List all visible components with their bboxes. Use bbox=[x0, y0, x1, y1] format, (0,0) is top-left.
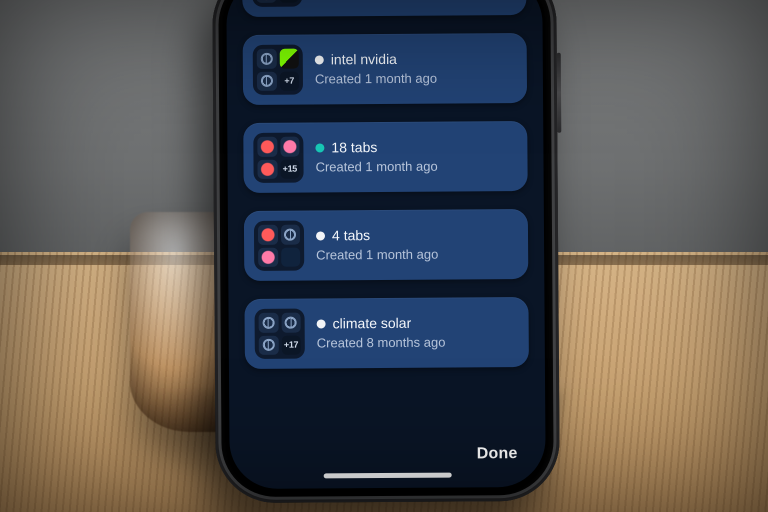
tab-group-title-row: climate solar bbox=[317, 315, 446, 333]
side-button bbox=[557, 53, 562, 133]
tab-group-title-row: 4 tabs bbox=[316, 227, 438, 245]
tab-group-meta: climate solar Created 8 months ago bbox=[317, 315, 446, 351]
tab-group-thumbnail bbox=[254, 221, 304, 271]
tab-group-meta: 18 tabs Created 1 month ago bbox=[315, 139, 437, 175]
tab-group-subtitle: Created 8 months ago bbox=[317, 335, 446, 351]
favicon-icon bbox=[281, 247, 301, 267]
tab-group-title-row: 18 tabs bbox=[315, 139, 437, 157]
tab-group-title: climate solar bbox=[333, 315, 412, 332]
tab-groups-list: +17Created 29 days ago +7 intel nvidia Crea… bbox=[242, 0, 529, 369]
home-indicator[interactable] bbox=[324, 473, 452, 479]
tab-group-card[interactable]: +17Created 29 days ago bbox=[242, 0, 526, 17]
color-dot-icon bbox=[315, 56, 324, 65]
tab-group-thumbnail: +7 bbox=[253, 45, 303, 95]
iphone-device: +17Created 29 days ago +7 intel nvidia Crea… bbox=[212, 0, 560, 503]
color-dot-icon bbox=[316, 232, 325, 241]
favicon-icon bbox=[258, 225, 278, 245]
globe-icon bbox=[259, 313, 279, 333]
tab-group-thumbnail: +15 bbox=[253, 133, 303, 183]
globe-icon bbox=[259, 335, 279, 355]
tab-group-card[interactable]: 4 tabs Created 1 month ago bbox=[244, 209, 528, 281]
tab-group-card[interactable]: +7 intel nvidia Created 1 month ago bbox=[243, 33, 527, 105]
tab-group-card[interactable]: +17 climate solar Created 8 months ago bbox=[244, 297, 528, 369]
overflow-count-icon: +17 bbox=[281, 335, 301, 355]
overflow-count-icon: +17 bbox=[279, 0, 299, 3]
tab-group-title: 4 tabs bbox=[332, 227, 370, 244]
globe-icon bbox=[281, 313, 301, 333]
globe-icon bbox=[257, 49, 277, 69]
tab-group-subtitle: Created 1 month ago bbox=[316, 247, 438, 263]
favicon-icon bbox=[257, 159, 277, 179]
overflow-count-icon: +7 bbox=[279, 71, 299, 91]
tab-group-subtitle: Created 1 month ago bbox=[315, 159, 437, 175]
phone-screen: +17Created 29 days ago +7 intel nvidia Crea… bbox=[226, 0, 546, 489]
tab-group-subtitle: Created 1 month ago bbox=[315, 71, 437, 87]
tab-group-card[interactable]: +15 18 tabs Created 1 month ago bbox=[243, 121, 527, 193]
color-dot-icon bbox=[317, 320, 326, 329]
overflow-count-icon: +15 bbox=[280, 159, 300, 179]
favicon-icon bbox=[279, 49, 299, 69]
tab-group-title: 18 tabs bbox=[331, 139, 377, 156]
tab-group-thumbnail: +17 bbox=[252, 0, 302, 7]
favicon-icon bbox=[258, 247, 278, 267]
done-button[interactable]: Done bbox=[477, 445, 518, 463]
tab-group-meta: 4 tabs Created 1 month ago bbox=[316, 227, 438, 263]
tab-group-title-row: intel nvidia bbox=[315, 51, 437, 69]
tab-group-meta: intel nvidia Created 1 month ago bbox=[315, 51, 437, 87]
photo-scene: +17Created 29 days ago +7 intel nvidia Crea… bbox=[0, 0, 768, 512]
favicon-icon bbox=[257, 137, 277, 157]
tab-group-thumbnail: +17 bbox=[255, 309, 305, 359]
tab-group-title: intel nvidia bbox=[331, 51, 397, 68]
favicon-icon bbox=[256, 0, 276, 3]
globe-icon bbox=[257, 71, 277, 91]
favicon-icon bbox=[280, 137, 300, 157]
globe-icon bbox=[280, 225, 300, 245]
color-dot-icon bbox=[315, 144, 324, 153]
